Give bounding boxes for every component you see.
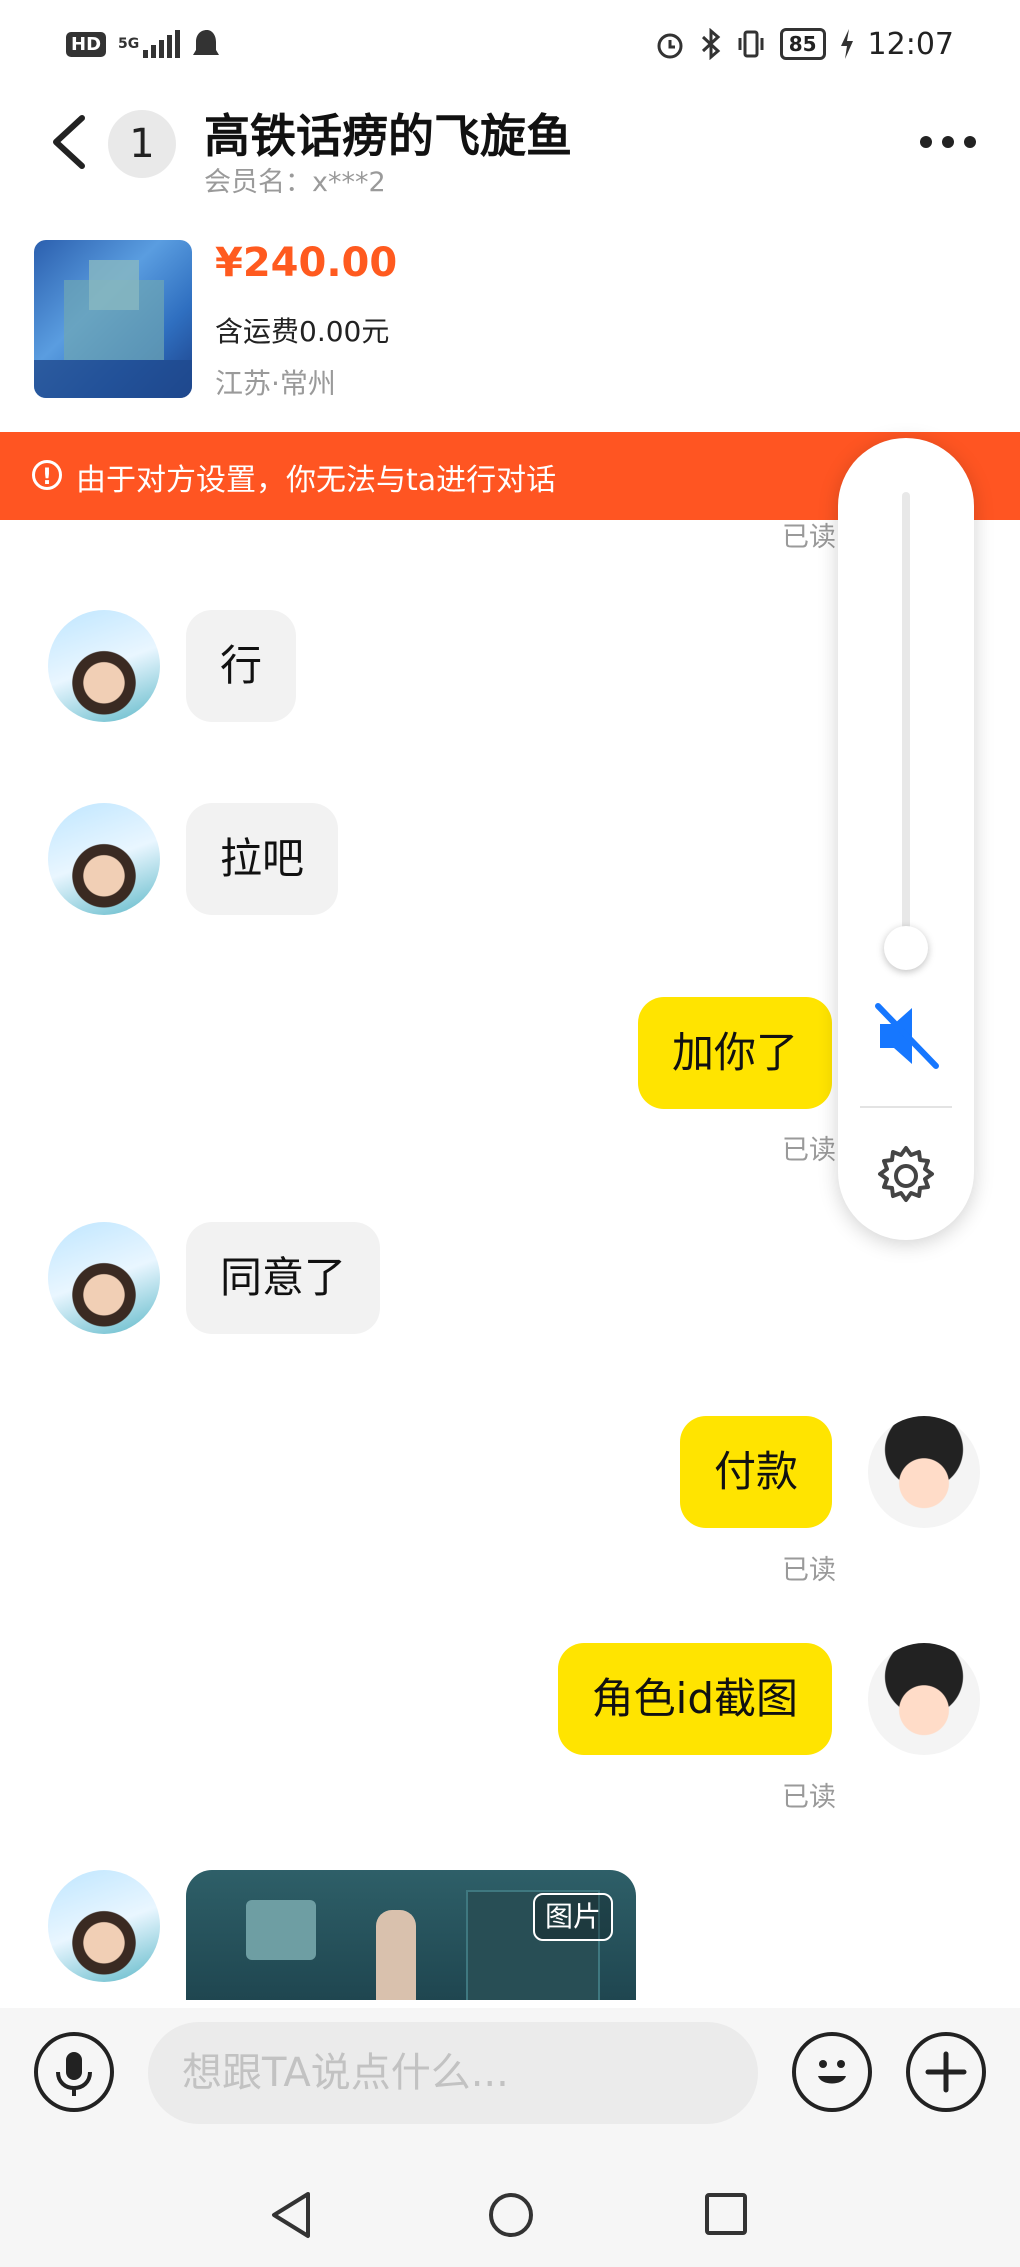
more-options-icon[interactable] (920, 136, 976, 148)
message-bubble-received[interactable]: 同意了 (186, 1222, 381, 1334)
seller-avatar[interactable] (48, 610, 160, 722)
shipping-fee: 含运费0.00元 (215, 315, 390, 348)
message-bubble-received[interactable]: 行 (186, 610, 297, 722)
bluetooth-icon (701, 28, 720, 60)
message-input[interactable]: 想跟TA说点什么... (148, 2022, 758, 2124)
my-avatar[interactable] (868, 1643, 980, 1755)
plus-icon (925, 2051, 967, 2093)
image-tag: 图片 (533, 1893, 614, 1941)
hd-badge: HD (66, 31, 107, 57)
battery-indicator: 85 (779, 28, 826, 60)
read-receipt: 已读 (782, 1782, 836, 1813)
product-thumbnail[interactable] (34, 240, 192, 398)
status-left: HD 5G (66, 24, 222, 64)
message-bubble-sent[interactable]: 加你了 (637, 997, 832, 1109)
volume-slider-knob[interactable] (884, 926, 928, 970)
emoji-button[interactable] (792, 2032, 872, 2112)
seller-avatar[interactable] (48, 803, 160, 915)
chat-title: 高铁话痨的飞旋鱼 (204, 109, 572, 163)
nav-recents-icon[interactable] (704, 2192, 748, 2236)
voice-input-button[interactable] (34, 2032, 114, 2112)
gear-icon[interactable] (874, 1144, 938, 1208)
my-avatar[interactable] (868, 1416, 980, 1528)
unread-count-badge[interactable]: 1 (108, 110, 176, 178)
nav-home-icon[interactable] (486, 2190, 536, 2240)
alert-circle-icon: ! (32, 460, 62, 490)
member-name: 会员名：x***2 (204, 167, 386, 198)
vibrate-icon (738, 30, 764, 58)
volume-divider (860, 1106, 952, 1108)
smile-icon (818, 2060, 846, 2084)
message-bubble-received[interactable]: 拉吧 (186, 803, 339, 915)
status-right: 85 12:07 (654, 22, 954, 66)
banner-text: 由于对方设置，你无法与ta进行对话 (76, 463, 557, 498)
back-chevron-icon[interactable] (46, 112, 92, 172)
read-receipt: 已读 (782, 1135, 836, 1166)
read-receipt: 已读 (782, 522, 836, 553)
status-bar: HD 5G 85 12:07 (0, 0, 1020, 88)
seller-avatar[interactable] (48, 1222, 160, 1334)
ghost-app-icon (193, 30, 220, 55)
volume-slider-track[interactable] (902, 492, 910, 948)
message-bubble-sent[interactable]: 付款 (679, 1416, 832, 1528)
seller-avatar[interactable] (48, 1870, 160, 1982)
network-label: 5G (118, 36, 140, 52)
more-actions-button[interactable] (906, 2032, 986, 2112)
message-bubble-sent[interactable]: 角色id截图 (557, 1643, 832, 1755)
seller-location: 江苏·常州 (215, 367, 336, 400)
product-price: ¥240.00 (215, 240, 398, 286)
nav-back-icon[interactable] (268, 2190, 316, 2240)
alarm-icon (657, 33, 683, 59)
signal-icon (143, 30, 181, 58)
charging-icon (840, 29, 853, 59)
read-receipt: 已读 (782, 1555, 836, 1586)
speaker-mute-icon[interactable] (872, 1000, 942, 1072)
clock: 12:07 (867, 26, 954, 62)
mic-icon (56, 2052, 92, 2096)
